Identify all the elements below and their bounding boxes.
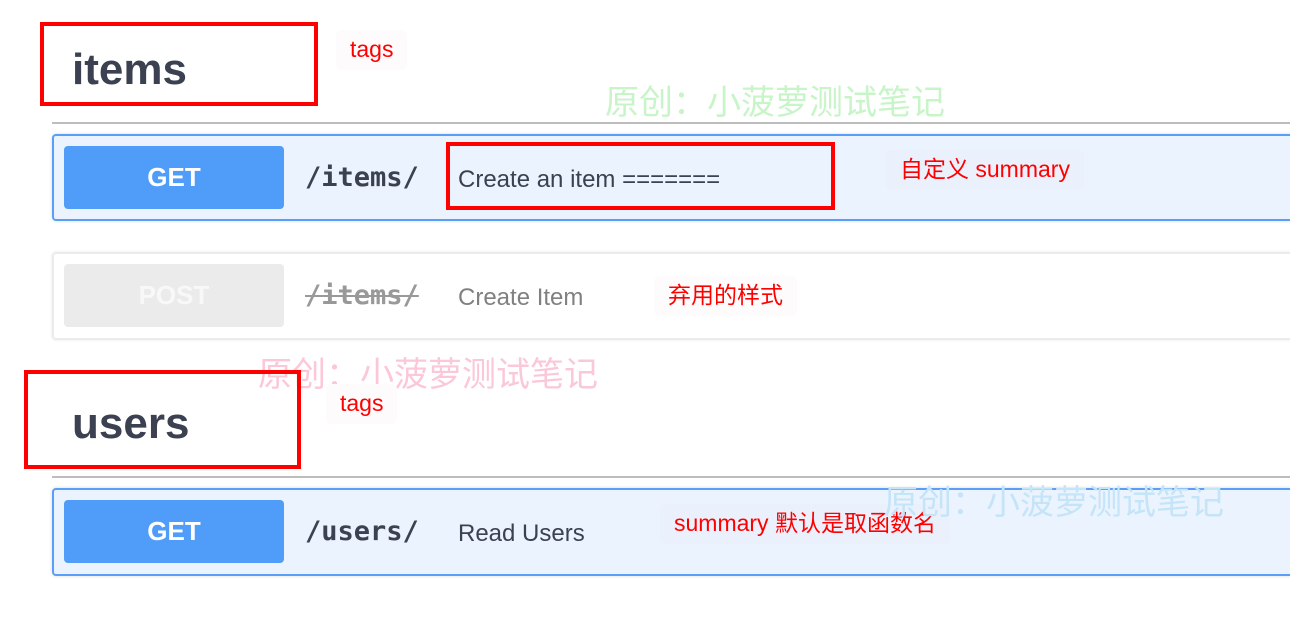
operation-path: /items/ [305,280,419,311]
operation-path: /items/ [305,162,419,193]
watermark: 原创：小菠萝测试笔记 [884,484,1224,522]
tag-title-users[interactable]: users [72,402,189,446]
divider [52,476,1290,478]
method-badge: GET [64,500,284,563]
annotation-note: 自定义 summary [886,150,1084,190]
watermark: 原创：小菠萝测试笔记 [258,356,598,394]
tag-title-items[interactable]: items [72,48,187,92]
operation-path: /users/ [305,516,419,547]
operation-summary: Read Users [458,520,585,547]
annotation-note: 弃用的样式 [654,276,797,316]
method-badge: POST [64,264,284,327]
annotation-box [446,142,835,210]
method-badge: GET [64,146,284,209]
divider [52,122,1290,124]
annotation-note: tags [336,30,408,70]
operation-summary: Create Item [458,284,584,311]
watermark: 原创：小菠萝测试笔记 [605,84,945,122]
annotation-note: tags [326,384,398,424]
